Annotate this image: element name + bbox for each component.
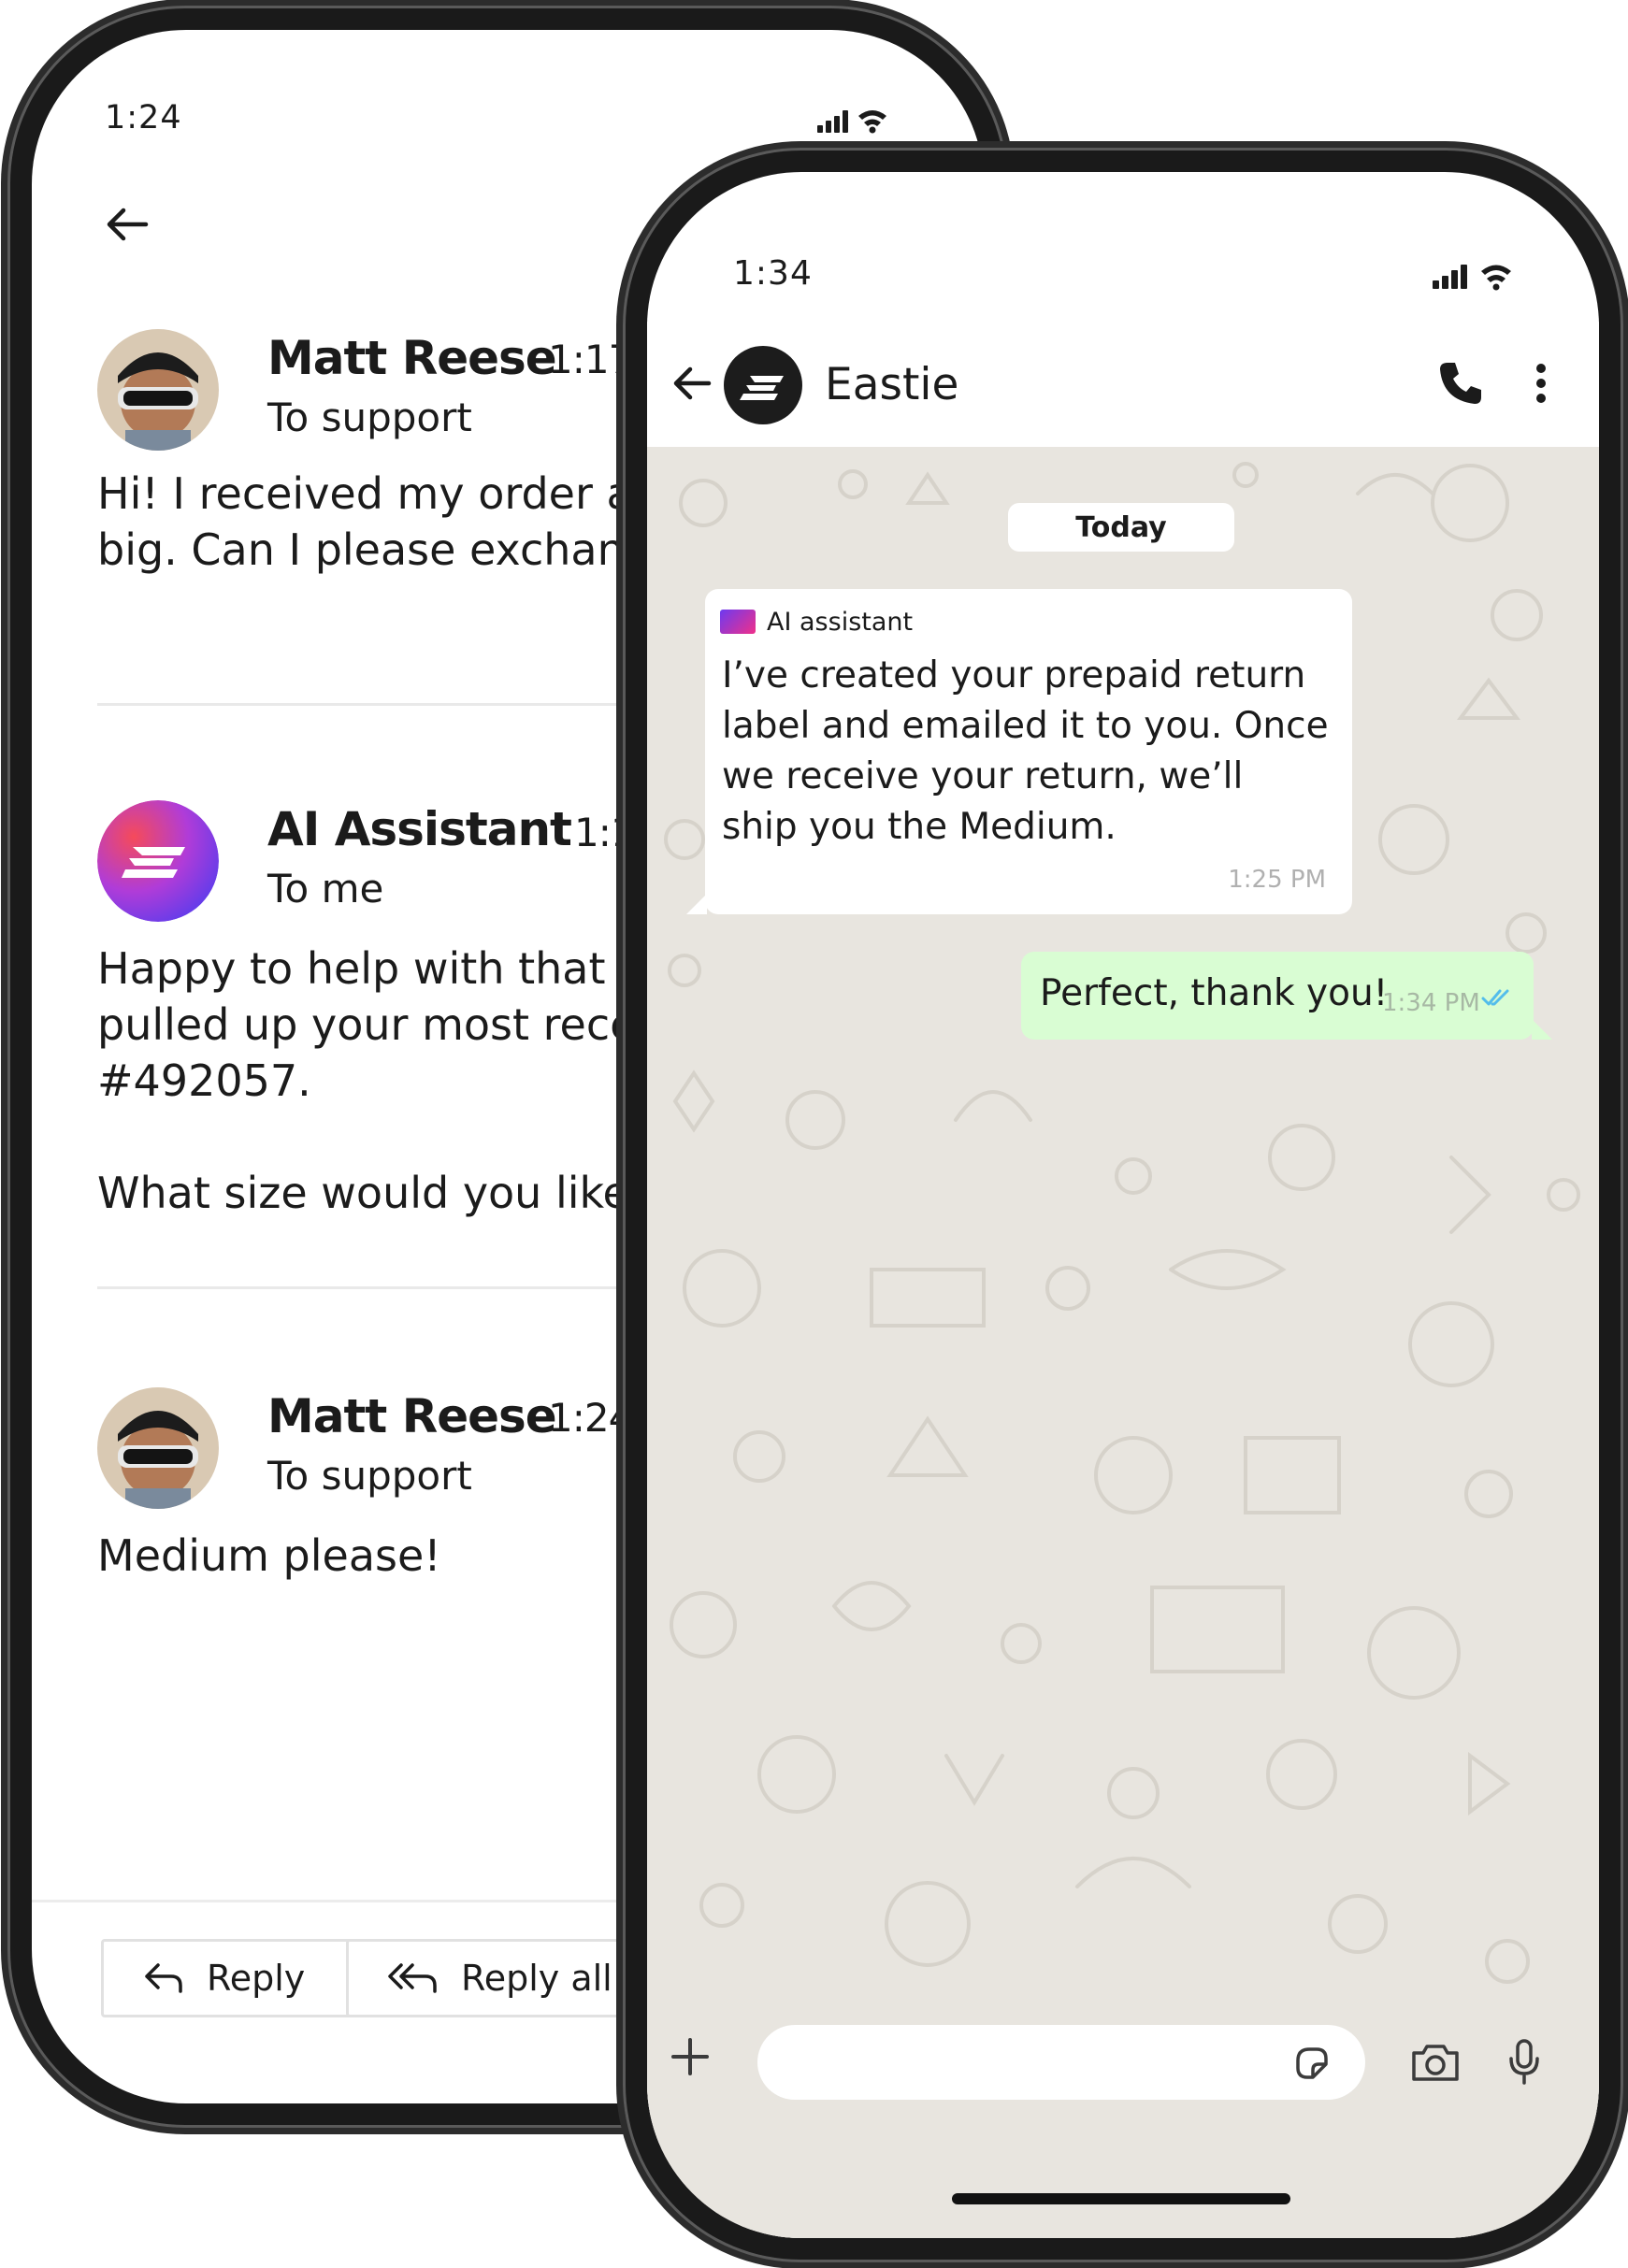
- sender-name: Matt Reese: [267, 331, 557, 385]
- recipient: To support: [267, 395, 472, 440]
- recipient: To support: [267, 1453, 472, 1499]
- recipient: To me: [267, 866, 384, 912]
- microphone-icon[interactable]: [1507, 2038, 1541, 2087]
- message-timestamp: 1:34 PM: [1382, 989, 1480, 1017]
- message-text: I’ve created your prepaid return label a…: [722, 654, 1329, 848]
- more-options-icon[interactable]: [1530, 357, 1552, 409]
- back-arrow-icon[interactable]: [670, 361, 714, 406]
- outgoing-message-bubble[interactable]: Perfect, thank you! 1:34 PM: [1021, 952, 1552, 1040]
- signal-wifi-icon: [817, 110, 886, 134]
- sender-name: AI Assistant: [267, 802, 572, 856]
- camera-icon[interactable]: [1410, 2042, 1461, 2083]
- chat-phone: 1:34 Eastie Today AI assistant I’ve crea…: [623, 148, 1623, 2262]
- ai-assistant-label: AI assistant: [767, 608, 914, 637]
- reply-all-label: Reply all: [461, 1958, 612, 1999]
- ai-assistant-avatar: [97, 800, 219, 922]
- message-text: Perfect, thank you!: [1040, 972, 1389, 1014]
- reply-icon: [145, 1963, 182, 1993]
- bubble-tail: [1532, 1019, 1552, 1040]
- date-separator: Today: [1008, 503, 1234, 552]
- status-time: 1:34: [733, 254, 813, 293]
- reply-button[interactable]: Reply: [101, 1939, 367, 2017]
- reply-all-button[interactable]: Reply all: [346, 1939, 630, 2017]
- home-indicator[interactable]: [952, 2193, 1290, 2204]
- contact-avatar[interactable]: [724, 346, 802, 424]
- read-receipt-icon: [1481, 989, 1509, 1006]
- message-timestamp: 1:25 PM: [1228, 866, 1326, 894]
- signal-wifi-icon: [1433, 265, 1511, 291]
- reply-label: Reply: [207, 1958, 306, 1999]
- sender-name: Matt Reese: [267, 1389, 557, 1443]
- phone-call-icon[interactable]: [1434, 357, 1487, 409]
- reply-all-icon: [388, 1963, 437, 1993]
- back-arrow-icon[interactable]: [99, 196, 155, 252]
- message-input[interactable]: [757, 2025, 1365, 2100]
- ai-assistant-badge-icon: [720, 610, 756, 634]
- sticker-icon[interactable]: [1292, 2044, 1332, 2083]
- incoming-message-bubble[interactable]: AI assistant I’ve created your prepaid r…: [686, 589, 1352, 914]
- plus-icon[interactable]: [670, 2036, 711, 2077]
- avatar: [97, 329, 219, 451]
- status-time: 1:24: [105, 99, 182, 136]
- chat-screen: 1:34 Eastie Today AI assistant I’ve crea…: [647, 172, 1599, 2238]
- contact-name[interactable]: Eastie: [825, 359, 958, 410]
- avatar: [97, 1387, 219, 1509]
- chat-background[interactable]: Today AI assistant I’ve created your pre…: [647, 447, 1599, 2238]
- bubble-tail: [686, 894, 707, 914]
- chat-header: Eastie: [647, 322, 1599, 447]
